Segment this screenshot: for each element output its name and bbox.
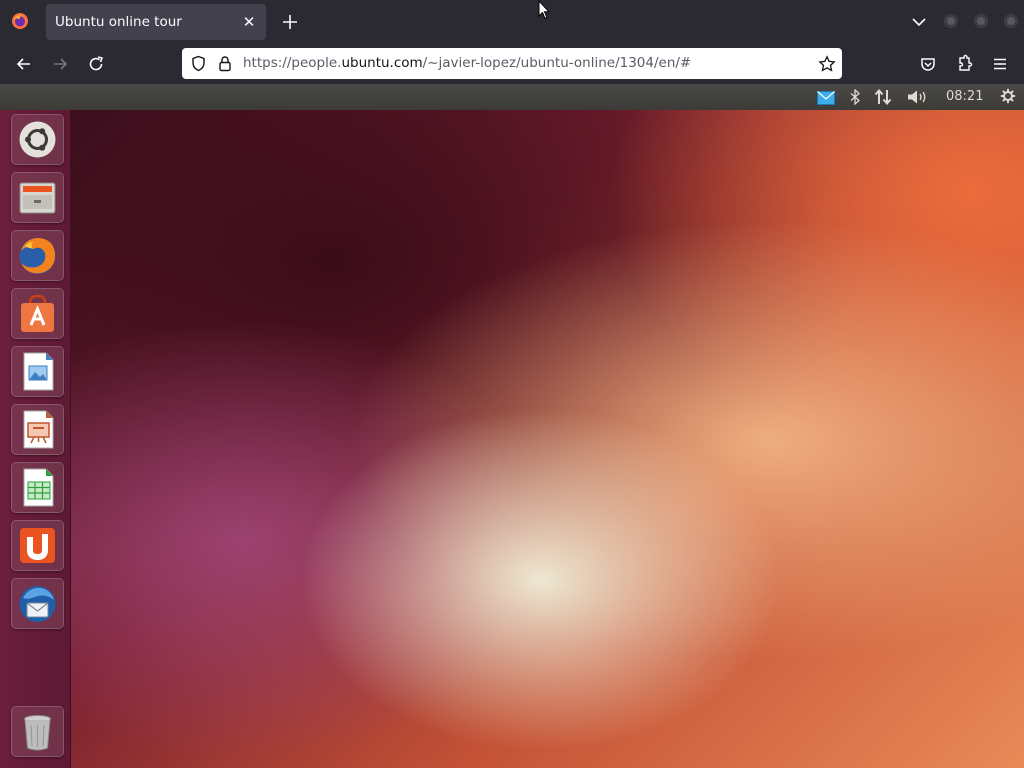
launcher-item-files[interactable] bbox=[11, 172, 64, 223]
hamburger-menu-icon[interactable] bbox=[990, 54, 1010, 74]
launcher-item-thunderbird[interactable] bbox=[11, 578, 64, 629]
lock-icon[interactable] bbox=[217, 55, 233, 72]
network-icon[interactable] bbox=[874, 89, 892, 105]
close-tab-icon[interactable]: ✕ bbox=[240, 13, 258, 31]
bluetooth-icon[interactable] bbox=[849, 89, 861, 105]
bookmark-star-icon[interactable] bbox=[818, 55, 836, 73]
reload-icon[interactable] bbox=[86, 54, 106, 74]
tracking-protection-shield-icon[interactable] bbox=[190, 55, 207, 72]
desktop-wallpaper[interactable] bbox=[71, 110, 1024, 768]
ubuntu-dash-icon bbox=[19, 121, 56, 158]
launcher-item-software-center[interactable] bbox=[11, 288, 64, 339]
launcher-item-firefox[interactable] bbox=[11, 230, 64, 281]
url-text[interactable]: https://people.ubuntu.com/~javier-lopez/… bbox=[243, 55, 691, 71]
ubuntu-one-icon bbox=[20, 528, 55, 563]
url-prefix: https://people. bbox=[243, 55, 342, 71]
panel-clock[interactable]: 08:21 bbox=[946, 89, 983, 104]
url-bar[interactable]: https://people.ubuntu.com/~javier-lopez/… bbox=[182, 48, 842, 79]
back-icon[interactable] bbox=[14, 54, 34, 74]
software-center-icon bbox=[21, 294, 54, 332]
launcher-item-ubuntu-one[interactable] bbox=[11, 520, 64, 571]
volume-icon[interactable] bbox=[907, 89, 929, 105]
tab-title: Ubuntu online tour bbox=[55, 14, 182, 30]
firefox-icon bbox=[19, 238, 56, 274]
ubuntu-top-panel: 08:21 bbox=[0, 84, 1024, 111]
new-tab-icon[interactable] bbox=[280, 12, 300, 32]
thunderbird-icon bbox=[19, 586, 56, 622]
navigation-toolbar: https://people.ubuntu.com/~javier-lopez/… bbox=[0, 44, 1024, 84]
launcher-item-libreoffice-calc[interactable] bbox=[11, 462, 64, 513]
pocket-icon[interactable] bbox=[918, 54, 938, 74]
firefox-menu-icon[interactable] bbox=[11, 12, 29, 30]
files-icon bbox=[19, 182, 56, 214]
mail-icon[interactable] bbox=[817, 90, 835, 106]
extensions-icon[interactable] bbox=[954, 54, 974, 74]
launcher-item-dash[interactable] bbox=[11, 114, 64, 165]
libreoffice-calc-icon bbox=[23, 468, 54, 507]
trash-icon bbox=[24, 715, 51, 751]
settings-gear-icon[interactable] bbox=[999, 88, 1017, 104]
browser-tab-strip: Ubuntu online tour ✕ bbox=[0, 0, 1024, 44]
launcher-item-libreoffice-writer[interactable] bbox=[11, 346, 64, 397]
mouse-pointer-icon bbox=[538, 0, 550, 20]
url-domain: ubuntu.com bbox=[341, 55, 423, 71]
forward-icon[interactable] bbox=[50, 54, 70, 74]
list-all-tabs-icon[interactable] bbox=[909, 12, 929, 32]
url-path: /~javier-lopez/ubuntu-online/1304/en/# bbox=[422, 55, 692, 71]
launcher-item-libreoffice-impress[interactable] bbox=[11, 404, 64, 455]
close-window-button[interactable] bbox=[1004, 14, 1018, 28]
launcher-item-trash[interactable] bbox=[11, 706, 64, 757]
maximize-window-button[interactable] bbox=[974, 14, 988, 28]
libreoffice-writer-icon bbox=[23, 352, 54, 391]
ubuntu-launcher bbox=[0, 110, 71, 768]
libreoffice-impress-icon bbox=[23, 410, 54, 449]
tab-ubuntu-online-tour[interactable]: Ubuntu online tour ✕ bbox=[46, 4, 266, 40]
minimize-window-button[interactable] bbox=[944, 14, 958, 28]
